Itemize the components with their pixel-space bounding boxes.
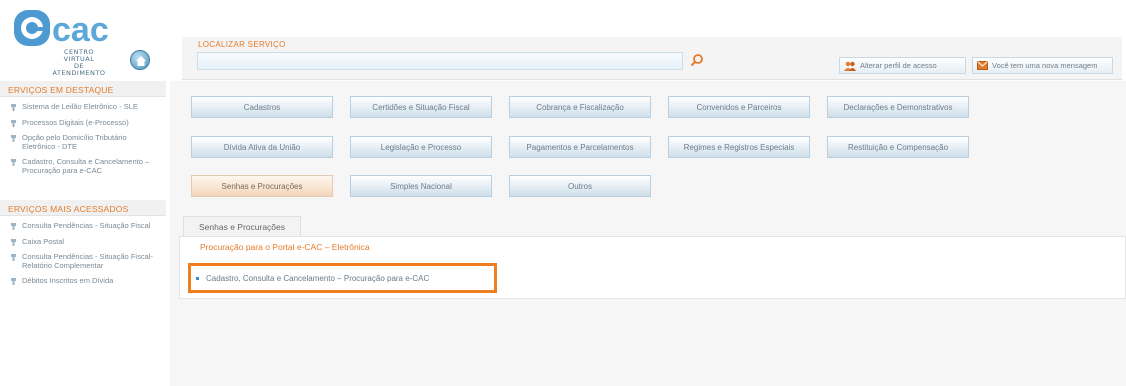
- tab-senhas-procuracoes[interactable]: Senhas e Procurações: [183, 216, 301, 236]
- new-message-button[interactable]: Você tem uma nova mensagem: [972, 57, 1113, 74]
- sidebar-item[interactable]: Processos Digitais (e-Processo): [0, 118, 166, 128]
- category-button-pagamentos[interactable]: Pagamentos e Parcelamentos: [509, 136, 651, 158]
- sidebar-highlight-title: ERVIÇOS EM DESTAQUE: [0, 81, 166, 97]
- sidebar-item[interactable]: Sistema de Leilão Eletrônico - SLE: [0, 102, 166, 112]
- bullet-icon: [11, 238, 16, 246]
- envelope-icon: [977, 61, 988, 70]
- service-search-bar: LOCALIZAR SERVIÇO Alterar perfil de aces…: [182, 37, 1122, 80]
- category-button-restituicao[interactable]: Restituição e Compensação: [827, 136, 969, 158]
- main-content: [170, 81, 1126, 386]
- category-button-legislacao[interactable]: Legislação e Processo: [350, 136, 492, 158]
- change-profile-button[interactable]: Alterar perfil de acesso: [839, 57, 966, 74]
- sidebar-popular-title: ERVIÇOS MAIS ACESSADOS: [0, 200, 166, 216]
- users-icon: [844, 61, 856, 71]
- search-icon[interactable]: [690, 53, 704, 67]
- new-message-label: Você tem uma nova mensagem: [992, 61, 1098, 70]
- bullet-icon: [11, 278, 16, 285]
- change-profile-label: Alterar perfil de acesso: [860, 61, 937, 70]
- home-button[interactable]: [130, 50, 150, 70]
- bullet-icon: [11, 254, 16, 261]
- home-icon: [136, 56, 146, 66]
- sidebar-item[interactable]: Débitos Inscritos em Dívida: [0, 276, 166, 286]
- panel-section-title: Procuração para o Portal e-CAC – Eletrôn…: [200, 242, 370, 252]
- sidebar-item[interactable]: Consulta Pendências - Situação Fiscal-Re…: [0, 252, 166, 270]
- search-input[interactable]: [197, 52, 683, 70]
- category-button-divida-ativa[interactable]: Dívida Ativa da União: [191, 136, 333, 158]
- ecac-logo[interactable]: cac CENTRO VIRTUAL DE ATENDIMENTO: [8, 6, 173, 77]
- sidebar-popular-list: Consulta Pendências - Situação Fiscal Ca…: [0, 216, 166, 286]
- category-button-declaracoes[interactable]: Declarações e Demonstrativos: [827, 96, 969, 118]
- category-button-convenios[interactable]: Convenidos e Parceiros: [668, 96, 810, 118]
- sidebar-item[interactable]: Opção pelo Domicílio Tributário Eletrôni…: [0, 133, 166, 151]
- category-button-cobranca[interactable]: Cobrança e Fiscalização: [509, 96, 651, 118]
- category-button-certidoes[interactable]: Certidões e Situação Fiscal: [350, 96, 492, 118]
- procuracao-ecac-link[interactable]: Cadastro, Consulta e Cancelamento – Proc…: [188, 263, 497, 293]
- category-button-cadastros[interactable]: Cadastros: [191, 96, 333, 118]
- search-label: LOCALIZAR SERVIÇO: [198, 40, 286, 49]
- category-button-outros[interactable]: Outros: [509, 175, 651, 197]
- category-button-regimes[interactable]: Regimes e Registros Especiais: [668, 136, 810, 158]
- bullet-icon: [11, 104, 16, 111]
- bullet-icon: [196, 276, 199, 280]
- category-button-simples[interactable]: Simples Nacional: [350, 175, 492, 197]
- sidebar-highlight-list: Sistema de Leilão Eletrônico - SLE Proce…: [0, 97, 166, 175]
- bullet-icon: [11, 135, 16, 142]
- bullet-icon: [11, 119, 16, 127]
- bullet-icon: [11, 223, 16, 230]
- sidebar-item[interactable]: Consulta Pendências - Situação Fiscal: [0, 221, 166, 231]
- logo-subtitle: CENTRO VIRTUAL DE ATENDIMENTO: [52, 48, 106, 77]
- procuracao-ecac-label: Cadastro, Consulta e Cancelamento – Proc…: [206, 273, 430, 283]
- sidebar-item[interactable]: Caixa Postal: [0, 237, 166, 247]
- svg-text:cac: cac: [52, 11, 109, 49]
- sidebar-item[interactable]: Cadastro, Consulta e Cancelamento – Proc…: [0, 157, 166, 175]
- ecac-logo-mark: cac: [14, 10, 109, 49]
- category-button-senhas[interactable]: Senhas e Procurações: [191, 175, 333, 197]
- bullet-icon: [11, 159, 16, 166]
- sidebar: ERVIÇOS EM DESTAQUE Sistema de Leilão El…: [0, 81, 166, 386]
